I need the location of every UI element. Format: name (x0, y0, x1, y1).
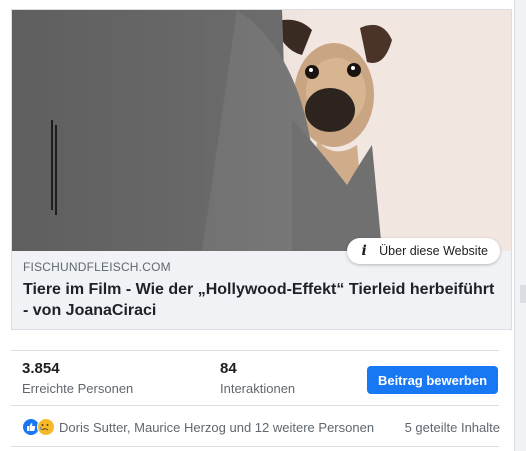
reach-stat[interactable]: 3.854 Erreichte Personen (22, 360, 220, 396)
sad-icon (37, 418, 55, 436)
scroll-edge (520, 285, 526, 303)
reaction-icons[interactable] (22, 418, 55, 436)
pug-photo (12, 10, 511, 251)
divider (11, 446, 499, 447)
preview-domain: FISCHUNDFLEISCH.COM (23, 260, 171, 274)
info-icon: i (361, 243, 367, 259)
about-website-label: Über diese Website (379, 244, 488, 258)
interactions-label: Interaktionen (220, 381, 296, 396)
divider (11, 405, 499, 406)
interactions-stat[interactable]: 84 Interaktionen (220, 360, 295, 396)
interactions-value: 84 (220, 360, 237, 377)
link-preview[interactable]: i Über diese Website FISCHUNDFLEISCH.COM… (11, 9, 512, 330)
reactions-row: Doris Sutter, Maurice Herzog und 12 weit… (22, 417, 500, 437)
post-stats: 3.854 Erreichte Personen 84 Interaktione… (22, 360, 295, 396)
preview-meta: FISCHUNDFLEISCH.COM Tiere im Film - Wie … (23, 260, 503, 321)
reach-label: Erreichte Personen (22, 381, 134, 396)
preview-image[interactable] (12, 10, 511, 251)
reach-value: 3.854 (22, 360, 60, 377)
preview-title[interactable]: Tiere im Film - Wie der „Hollywood-Effek… (23, 279, 503, 321)
shares-count[interactable]: 5 geteilte Inhalte (405, 420, 500, 435)
post-card: i Über diese Website FISCHUNDFLEISCH.COM… (0, 0, 515, 451)
reaction-names[interactable]: Doris Sutter, Maurice Herzog und 12 weit… (59, 420, 374, 435)
divider (11, 350, 499, 351)
boost-post-button[interactable]: Beitrag bewerben (367, 366, 498, 394)
